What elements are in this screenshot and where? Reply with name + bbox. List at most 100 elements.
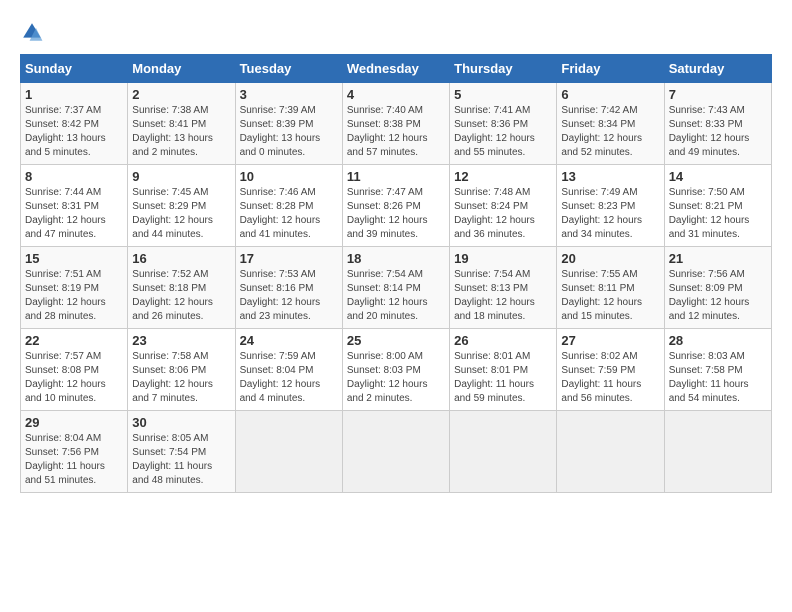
day-number: 18 bbox=[347, 251, 445, 266]
cell-content: Sunrise: 7:42 AMSunset: 8:34 PMDaylight:… bbox=[561, 104, 659, 160]
cell-content: Sunrise: 7:54 AMSunset: 8:14 PMDaylight:… bbox=[347, 268, 445, 324]
sunrise-text: Sunrise: 7:54 AM bbox=[454, 269, 530, 280]
daylight-text: Daylight: 12 hours and 20 minutes. bbox=[347, 297, 428, 322]
cell-content: Sunrise: 8:04 AMSunset: 7:56 PMDaylight:… bbox=[25, 432, 123, 488]
calendar-row: 8Sunrise: 7:44 AMSunset: 8:31 PMDaylight… bbox=[21, 165, 772, 247]
daylight-text: Daylight: 12 hours and 23 minutes. bbox=[240, 297, 321, 322]
calendar-cell bbox=[235, 411, 342, 493]
calendar-cell: 28Sunrise: 8:03 AMSunset: 7:58 PMDayligh… bbox=[664, 329, 771, 411]
daylight-text: Daylight: 12 hours and 12 minutes. bbox=[669, 297, 750, 322]
calendar-cell: 13 Sunrise: 7:49 AM Sunset: 8:23 PM Dayligh… bbox=[557, 165, 664, 247]
sunset-text: Sunset: 8:01 PM bbox=[454, 365, 528, 376]
header-cell-sunday: Sunday bbox=[21, 55, 128, 83]
cell-content: Sunrise: 7:39 AMSunset: 8:39 PMDaylight:… bbox=[240, 104, 338, 160]
daylight-text: Daylight: 12 hours and 34 minutes. bbox=[561, 215, 642, 240]
sunset-text: Sunset: 8:26 PM bbox=[347, 201, 421, 212]
day-number: 8 bbox=[25, 169, 123, 184]
header-cell-wednesday: Wednesday bbox=[342, 55, 449, 83]
header-cell-monday: Monday bbox=[128, 55, 235, 83]
calendar-cell: 16Sunrise: 7:52 AMSunset: 8:18 PMDayligh… bbox=[128, 247, 235, 329]
day-number: 5 bbox=[454, 87, 552, 102]
calendar-row: 1Sunrise: 7:37 AMSunset: 8:42 PMDaylight… bbox=[21, 83, 772, 165]
header-cell-tuesday: Tuesday bbox=[235, 55, 342, 83]
day-number: 21 bbox=[669, 251, 767, 266]
logo bbox=[20, 20, 48, 44]
cell-content: Sunrise: 7:47 AM Sunset: 8:26 PM Daylight:… bbox=[347, 186, 445, 242]
cell-content: Sunrise: 7:48 AMSunset: 8:24 PMDaylight:… bbox=[454, 186, 552, 242]
calendar-cell: 2Sunrise: 7:38 AMSunset: 8:41 PMDaylight… bbox=[128, 83, 235, 165]
day-number: 23 bbox=[132, 333, 230, 348]
sunrise-text: Sunrise: 7:51 AM bbox=[25, 269, 101, 280]
daylight-text: Daylight: 11 hours and 56 minutes. bbox=[561, 379, 641, 404]
calendar-cell bbox=[557, 411, 664, 493]
daylight-text: Daylight: 12 hours and 28 minutes. bbox=[25, 297, 106, 322]
sunrise-text: Sunrise: 7:46 AM bbox=[240, 187, 316, 198]
cell-content: Sunrise: 8:05 AMSunset: 7:54 PMDaylight:… bbox=[132, 432, 230, 488]
cell-content: Sunrise: 7:40 AMSunset: 8:38 PMDaylight:… bbox=[347, 104, 445, 160]
day-number: 14 bbox=[669, 169, 767, 184]
sunset-text: Sunset: 8:06 PM bbox=[132, 365, 206, 376]
calendar-body: 1Sunrise: 7:37 AMSunset: 8:42 PMDaylight… bbox=[21, 83, 772, 493]
sunset-text: Sunset: 8:11 PM bbox=[561, 283, 634, 294]
sunrise-text: Sunrise: 8:00 AM bbox=[347, 351, 423, 362]
calendar-cell bbox=[342, 411, 449, 493]
calendar-cell bbox=[450, 411, 557, 493]
sunset-text: Sunset: 7:59 PM bbox=[561, 365, 635, 376]
calendar-cell: 5 Sunrise: 7:41 AMSunset: 8:36 PMDaylight… bbox=[450, 83, 557, 165]
calendar-cell: 4Sunrise: 7:40 AMSunset: 8:38 PMDaylight… bbox=[342, 83, 449, 165]
sunset-text: Sunset: 8:24 PM bbox=[454, 201, 528, 212]
sunset-text: Sunset: 8:16 PM bbox=[240, 283, 314, 294]
cell-content: Sunrise: 7:59 AMSunset: 8:04 PMDaylight:… bbox=[240, 350, 338, 406]
daylight-text: Daylight: 12 hours and 18 minutes. bbox=[454, 297, 535, 322]
header-cell-saturday: Saturday bbox=[664, 55, 771, 83]
daylight-text: Daylight: 12 hours and 36 minutes. bbox=[454, 215, 535, 240]
daylight-text: Daylight: 11 hours and 59 minutes. bbox=[454, 379, 534, 404]
calendar-cell: 29Sunrise: 8:04 AMSunset: 7:56 PMDayligh… bbox=[21, 411, 128, 493]
calendar-header: SundayMondayTuesdayWednesdayThursdayFrid… bbox=[21, 55, 772, 83]
daylight-text: Daylight: 13 hours and 5 minutes. bbox=[25, 133, 106, 158]
sunset-text: Sunset: 8:39 PM bbox=[240, 119, 314, 130]
sunset-text: Sunset: 8:04 PM bbox=[240, 365, 314, 376]
calendar-cell: 27Sunrise: 8:02 AMSunset: 7:59 PMDayligh… bbox=[557, 329, 664, 411]
calendar-row: 29Sunrise: 8:04 AMSunset: 7:56 PMDayligh… bbox=[21, 411, 772, 493]
sunset-text: Sunset: 7:54 PM bbox=[132, 447, 206, 458]
calendar-cell: 23Sunrise: 7:58 AMSunset: 8:06 PMDayligh… bbox=[128, 329, 235, 411]
sunset-text: Sunset: 8:42 PM bbox=[25, 119, 99, 130]
daylight-text: Daylight: 12 hours and 4 minutes. bbox=[240, 379, 321, 404]
page-header bbox=[20, 20, 772, 44]
sunset-text: Sunset: 7:56 PM bbox=[25, 447, 99, 458]
sunrise-text: Sunrise: 7:49 AM bbox=[561, 187, 637, 198]
cell-content: Sunrise: 8:01 AMSunset: 8:01 PMDaylight:… bbox=[454, 350, 552, 406]
day-number: 24 bbox=[240, 333, 338, 348]
daylight-text: Daylight: 12 hours and 52 minutes. bbox=[561, 133, 642, 158]
calendar-cell: 19Sunrise: 7:54 AMSunset: 8:13 PMDayligh… bbox=[450, 247, 557, 329]
daylight-text: Daylight: 11 hours and 48 minutes. bbox=[132, 461, 212, 486]
cell-content: Sunrise: 7:41 AMSunset: 8:36 PMDaylight:… bbox=[454, 104, 552, 160]
cell-content: Sunrise: 7:54 AMSunset: 8:13 PMDaylight:… bbox=[454, 268, 552, 324]
cell-content: Sunrise: 7:56 AM Sunset: 8:09 PM Daylight:… bbox=[669, 268, 767, 324]
day-number: 17 bbox=[240, 251, 338, 266]
sunrise-text: Sunrise: 7:56 AM bbox=[669, 269, 745, 280]
sunrise-text: Sunrise: 7:47 AM bbox=[347, 187, 423, 198]
calendar-cell: 12Sunrise: 7:48 AMSunset: 8:24 PMDayligh… bbox=[450, 165, 557, 247]
calendar-cell: 6Sunrise: 7:42 AMSunset: 8:34 PMDaylight… bbox=[557, 83, 664, 165]
cell-content: Sunrise: 7:55 AMSunset: 8:11 PMDaylight:… bbox=[561, 268, 659, 324]
sunset-text: Sunset: 8:41 PM bbox=[132, 119, 206, 130]
cell-content: Sunrise: 7:57 AMSunset: 8:08 PMDaylight:… bbox=[25, 350, 123, 406]
day-number: 27 bbox=[561, 333, 659, 348]
calendar-row: 15Sunrise: 7:51 AMSunset: 8:19 PMDayligh… bbox=[21, 247, 772, 329]
daylight-text: Daylight: 12 hours and 7 minutes. bbox=[132, 379, 213, 404]
daylight-text: Daylight: 11 hours and 51 minutes. bbox=[25, 461, 105, 486]
sunset-text: Sunset: 8:23 PM bbox=[561, 201, 635, 212]
daylight-text: Daylight: 12 hours and 39 minutes. bbox=[347, 215, 428, 240]
header-row: SundayMondayTuesdayWednesdayThursdayFrid… bbox=[21, 55, 772, 83]
calendar-cell: 22Sunrise: 7:57 AMSunset: 8:08 PMDayligh… bbox=[21, 329, 128, 411]
day-number: 13 bbox=[561, 169, 659, 184]
sunrise-text: Sunrise: 7:54 AM bbox=[347, 269, 423, 280]
sunrise-text: Sunrise: 7:41 AM bbox=[454, 105, 530, 116]
day-number: 28 bbox=[669, 333, 767, 348]
logo-icon bbox=[20, 20, 44, 44]
cell-content: Sunrise: 8:00 AMSunset: 8:03 PMDaylight:… bbox=[347, 350, 445, 406]
sunset-text: Sunset: 8:09 PM bbox=[669, 283, 743, 294]
day-number: 11 bbox=[347, 169, 445, 184]
